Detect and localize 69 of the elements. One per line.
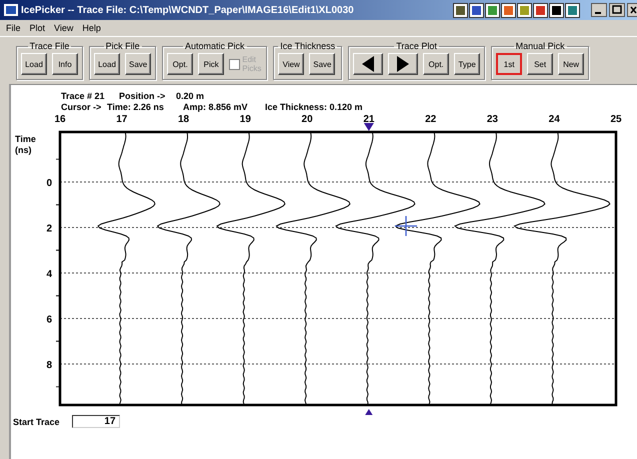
start-trace-label: Start Trace: [13, 416, 60, 426]
window-title: IcePicker -- Trace File: C:\Temp\WCNDT_Paper\IMAGE16\Edit1\XL0030: [21, 4, 354, 16]
toolbar-button[interactable]: Info: [52, 53, 78, 75]
trace-axis-label: 22: [425, 114, 436, 125]
toolbar-button[interactable]: Save: [309, 53, 336, 75]
time-axis-label: 6: [46, 314, 52, 326]
time-axis-label: 0: [46, 178, 52, 189]
maximize-icon[interactable]: [609, 3, 625, 17]
close-icon[interactable]: [627, 3, 637, 17]
taskbar-app-icon[interactable]: [453, 2, 468, 18]
taskbar-app-icon[interactable]: [517, 2, 532, 18]
start-trace-field[interactable]: 17: [72, 415, 120, 428]
trace-axis-label: 24: [548, 114, 560, 125]
taskbar-app-icon[interactable]: [565, 2, 580, 18]
ice-thickness: Ice Thickness: 0.120 m: [265, 102, 363, 112]
group-title: Trace Plot: [395, 41, 438, 51]
toolbar-button[interactable]: Load: [94, 53, 120, 75]
toolbar-button[interactable]: New: [558, 53, 584, 75]
time-axis-title: Time: [15, 134, 36, 144]
menu-item[interactable]: View: [54, 23, 74, 33]
time-axis-label: 2: [46, 224, 52, 234]
previous-trace-button[interactable]: [353, 53, 384, 75]
crosshair-cursor: [394, 215, 418, 237]
trace-axis-label: 20: [302, 114, 313, 125]
group-title: Ice Thickness: [279, 41, 336, 51]
bottom-marker-icon[interactable]: [364, 409, 374, 415]
trace-number: Trace # 21: [61, 91, 105, 101]
cursor-amplitude: Amp: 8.856 mV: [183, 102, 248, 112]
toolbar-button[interactable]: Set: [527, 53, 554, 75]
toolbar-button[interactable]: Opt.: [167, 53, 194, 75]
taskbar-app-icon[interactable]: [533, 2, 548, 18]
minimize-icon[interactable]: [591, 3, 607, 17]
right-triangle-icon: [396, 56, 410, 72]
time-axis-label: 8: [46, 360, 52, 371]
group-title: Pick File: [104, 41, 141, 51]
group-title: Automatic Pick: [184, 41, 246, 51]
menu-item[interactable]: File: [6, 23, 21, 33]
cursor-label: Cursor ->: [61, 102, 102, 112]
trace-axis-label: 25: [610, 114, 622, 125]
left-triangle-icon: [361, 56, 376, 72]
trace-axis-label: 17: [116, 114, 128, 125]
next-trace-button[interactable]: [388, 53, 418, 75]
toolbar-button[interactable]: Opt.: [423, 53, 450, 75]
trace-axis-label: 18: [178, 114, 190, 125]
position-value: 0.20 m: [176, 91, 204, 101]
app-icon: [4, 4, 18, 16]
trace-axis-label: 23: [486, 114, 498, 125]
toolbar-button[interactable]: Type: [454, 53, 480, 75]
toolbar-button[interactable]: Load: [21, 53, 47, 75]
group-title: Trace File: [28, 41, 70, 51]
toolbar-button[interactable]: Pick: [198, 53, 224, 75]
trace-axis-label: 19: [240, 114, 251, 125]
position-label: Position ->: [119, 91, 166, 101]
cursor-time: Time: 2.26 ns: [107, 102, 164, 112]
taskbar-app-icon[interactable]: [469, 2, 484, 18]
taskbar-app-icon[interactable]: [485, 2, 500, 18]
trace-axis-label: 21: [363, 114, 374, 125]
toolbar-button[interactable]: Save: [125, 53, 152, 75]
group-title: Manual Pick: [514, 41, 566, 51]
menu-item[interactable]: Plot: [30, 23, 46, 33]
menu-item[interactable]: Help: [82, 23, 101, 33]
trace-axis-label: 16: [54, 114, 66, 125]
top-marker-icon[interactable]: [364, 123, 374, 131]
time-axis-label: 4: [46, 269, 52, 280]
time-axis-title: (ns): [15, 145, 32, 155]
toolbar-button[interactable]: View: [278, 53, 304, 75]
toolbar-button[interactable]: 1st: [496, 53, 522, 75]
taskbar-app-icon[interactable]: [501, 2, 516, 18]
taskbar-app-icon[interactable]: [549, 2, 564, 18]
